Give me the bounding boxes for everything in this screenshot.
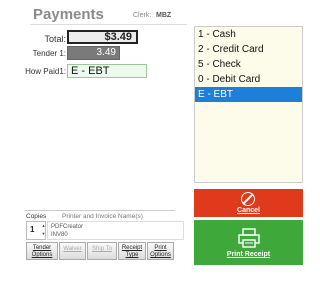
receipt-type-button[interactable]: Receipt Type <box>118 242 146 260</box>
printer-item[interactable]: INV80 <box>51 232 68 238</box>
total-field: $3.49 <box>67 30 138 44</box>
title-divider <box>30 24 187 25</box>
printer-list[interactable]: PDFCreator INV80 <box>47 221 184 240</box>
payment-method-item[interactable]: 0 - Debit Card <box>195 72 302 87</box>
tender-input[interactable]: 3.49 <box>67 46 120 60</box>
payment-method-list[interactable]: 1 - Cash 2 - Credit Card 5 - Check 0 - D… <box>194 26 303 183</box>
print-section-divider <box>25 210 175 211</box>
tender-options-line2: Options <box>31 252 53 258</box>
cancel-label: Cancel <box>237 207 260 214</box>
clerk-value: MBZ <box>156 12 172 19</box>
spin-up-icon[interactable]: ▲ <box>41 222 46 230</box>
waiver-button[interactable]: Waiver <box>59 242 86 260</box>
copies-value: 1 <box>30 225 35 234</box>
print-options-line1: Print <box>154 245 167 251</box>
copies-label: Copies <box>26 213 47 220</box>
page-title: Payments <box>33 6 104 23</box>
how-paid-field[interactable]: E - EBT <box>67 64 147 78</box>
spin-down-icon[interactable]: ▼ <box>41 230 46 238</box>
copies-spinner[interactable]: ▲ ▼ <box>41 222 46 239</box>
print-receipt-label: Print Receipt <box>226 251 271 258</box>
cancel-button[interactable]: Cancel <box>194 189 303 217</box>
printer-label: Printer and Invoice Name(s) <box>62 213 143 220</box>
receipt-type-line1: Receipt <box>121 245 143 251</box>
tender-label: Tender 1: <box>32 49 66 58</box>
total-label: Total: <box>44 34 66 44</box>
receipt-type-line2: Type <box>125 252 139 258</box>
print-options-button[interactable]: Print Options <box>147 242 174 260</box>
printer-icon <box>238 228 260 248</box>
cancel-icon <box>241 192 255 206</box>
tender-options-button[interactable]: Tender Options <box>26 242 58 260</box>
printer-item[interactable]: PDFCreator <box>51 224 83 230</box>
ship-to-button[interactable]: Ship To <box>87 242 117 260</box>
payment-method-item[interactable]: 2 - Credit Card <box>195 42 302 57</box>
payment-method-item[interactable]: 5 - Check <box>195 57 302 72</box>
print-options-line2: Options <box>150 252 171 258</box>
print-receipt-button[interactable]: Print Receipt <box>194 220 303 265</box>
clerk-label: Clerk: <box>133 12 152 19</box>
payment-method-item-selected[interactable]: E - EBT <box>195 87 302 102</box>
how-paid-label: How Paid1: <box>25 67 66 76</box>
tender-options-line1: Tender <box>32 245 52 251</box>
payment-method-item[interactable]: 1 - Cash <box>195 27 302 42</box>
